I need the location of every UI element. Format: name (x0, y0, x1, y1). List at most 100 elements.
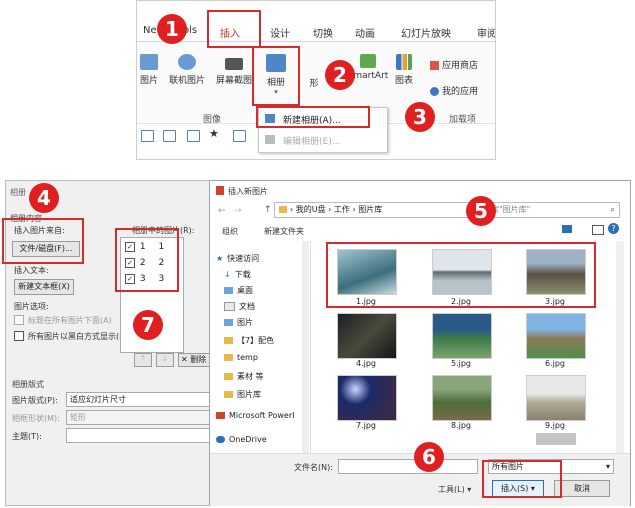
theme-field[interactable] (66, 428, 222, 443)
powerpoint-icon (216, 412, 225, 419)
tab-slideshow[interactable]: 幻灯片放映 (401, 25, 451, 40)
file-name[interactable]: 7.jpg (337, 421, 395, 430)
file-thumbnail-partial[interactable] (536, 433, 576, 445)
nav-item-desktop[interactable]: 桌面 (224, 285, 310, 296)
file-name[interactable]: 8.jpg (432, 421, 490, 430)
move-down-button[interactable]: ↓ (156, 353, 174, 367)
file-name[interactable]: 9.jpg (526, 421, 584, 430)
globe-icon (178, 54, 196, 70)
star-icon: ★ (216, 254, 224, 263)
help-icon[interactable]: ? (608, 223, 619, 234)
breadcrumb-item[interactable]: 我的U盘 (296, 205, 326, 214)
caption-below-checkbox[interactable] (14, 315, 24, 325)
folder-icon (224, 287, 233, 294)
camera-icon (225, 58, 243, 70)
file-name[interactable]: 6.jpg (526, 359, 584, 368)
insert-text-label: 插入文本: (14, 266, 49, 275)
toolbar-icon[interactable] (233, 130, 246, 142)
nav-item-picture-library[interactable]: 图片库 (224, 389, 310, 400)
tab-design[interactable]: 设计 (270, 25, 290, 40)
breadcrumb-item[interactable]: 图片库 (358, 205, 382, 214)
breadcrumb-item[interactable]: 工作 (334, 205, 350, 214)
search-input[interactable]: 搜索"图片库" ⌕ (478, 202, 620, 218)
file-thumbnail[interactable] (337, 375, 397, 421)
nav-label: 下载 (234, 270, 251, 279)
step-badge-2: 2 (325, 60, 355, 90)
album-layout-section: 相册版式 (12, 380, 44, 389)
star-icon[interactable]: ★ (209, 127, 219, 140)
picture-button[interactable]: 图片 (137, 54, 161, 86)
picture-label: 图片 (139, 76, 158, 86)
file-thumbnail[interactable] (526, 313, 586, 359)
app-store-button[interactable]: 应用商店 (430, 58, 494, 71)
file-thumbnail[interactable] (526, 375, 586, 421)
nav-label: temp (237, 353, 258, 362)
caption-below-label: 标题在所有图片下面(A) (28, 316, 112, 325)
bar-chart-icon (396, 54, 412, 70)
toolbar-icon[interactable] (163, 130, 176, 142)
nav-item-onedrive[interactable]: OneDrive (216, 435, 302, 444)
nav-label: OneDrive (229, 435, 267, 444)
step-badge-5: 5 (466, 196, 496, 226)
nav-scrollbar[interactable] (302, 241, 309, 453)
up-arrow-icon[interactable]: ↑ (264, 205, 272, 215)
folder-icon (224, 354, 233, 361)
file-grid-scrollbar[interactable] (616, 241, 624, 453)
file-thumbnail[interactable] (337, 313, 397, 359)
screenshot-button[interactable]: 屏幕截图 (212, 54, 256, 86)
preview-pane-icon[interactable] (592, 225, 604, 235)
tools-label: 工具(L) (438, 485, 465, 494)
new-folder-button[interactable]: 新建文件夹 (264, 226, 304, 237)
delete-label: 删除 (190, 355, 207, 364)
step-badge-6: 6 (414, 442, 444, 472)
black-white-checkbox[interactable] (14, 331, 24, 341)
toolbar-icon[interactable] (187, 130, 200, 142)
navigation-pane: ★ 快速访问 ↓ 下载 桌面 文档 图片 【7】配色 temp 素材 等 图片库 M… (210, 241, 311, 453)
nav-label: 图片 (237, 318, 253, 327)
nav-item-materials[interactable]: 素材 等 (224, 371, 310, 382)
edit-album-icon (265, 135, 275, 144)
organize-button[interactable]: 组织 (222, 226, 238, 237)
filename-input[interactable] (338, 459, 478, 474)
nav-item-temp[interactable]: temp (224, 353, 310, 362)
nav-item-quick-access[interactable]: ★ 快速访问 (216, 253, 302, 264)
nav-label: 素材 等 (237, 372, 264, 381)
cancel-button[interactable]: 取消 (554, 480, 610, 497)
nav-item-powerpoint[interactable]: Microsoft PowerI (216, 411, 302, 420)
highlight-selected-files (326, 242, 596, 308)
nav-item-documents[interactable]: 文档 (224, 301, 310, 312)
picture-layout-select[interactable]: 适应幻灯片尺寸 (66, 392, 222, 407)
nav-item-color[interactable]: 【7】配色 (224, 335, 310, 346)
back-icon[interactable]: ← (218, 206, 226, 216)
filename-label: 文件名(N): (294, 463, 333, 472)
picture-layout-label: 图片版式(P): (12, 396, 58, 405)
nav-item-downloads[interactable]: ↓ 下载 (224, 269, 310, 280)
breadcrumb[interactable]: › 我的U盘 › 工作 › 图片库 (274, 202, 474, 218)
view-icon[interactable] (562, 225, 572, 233)
forward-icon[interactable]: → (234, 206, 242, 216)
dialog-title: 插入新图片 (228, 187, 268, 196)
highlight-insert-button (482, 460, 562, 498)
album-dialog-title: 相册 (10, 188, 26, 197)
file-thumbnail[interactable] (432, 375, 492, 421)
shapes-button[interactable]: 形 (307, 76, 321, 89)
tab-new[interactable]: Ne (143, 25, 157, 36)
folder-icon (224, 373, 233, 380)
file-name[interactable]: 5.jpg (432, 359, 490, 368)
move-up-button[interactable]: ↑ (134, 353, 152, 367)
nav-label: Microsoft PowerI (229, 411, 295, 420)
tab-animations[interactable]: 动画 (355, 25, 375, 40)
chart-button[interactable]: 图表 (391, 54, 417, 86)
nav-item-pictures[interactable]: 图片 (224, 317, 310, 328)
file-name[interactable]: 4.jpg (337, 359, 395, 368)
my-apps-button[interactable]: 我的应用 (430, 84, 494, 97)
picture-options-label: 图片选项: (14, 302, 49, 311)
tools-button[interactable]: 工具(L) ▾ (438, 484, 471, 495)
file-thumbnail[interactable] (432, 313, 492, 359)
toolbar-icon[interactable] (141, 130, 154, 142)
online-picture-button[interactable]: 联机图片 (165, 54, 209, 86)
new-textbox-button[interactable]: 新建文本框(X) (14, 279, 74, 295)
tab-review[interactable]: 审阅 (477, 25, 495, 40)
tab-transitions[interactable]: 切换 (313, 25, 333, 40)
picture-icon (140, 54, 158, 70)
